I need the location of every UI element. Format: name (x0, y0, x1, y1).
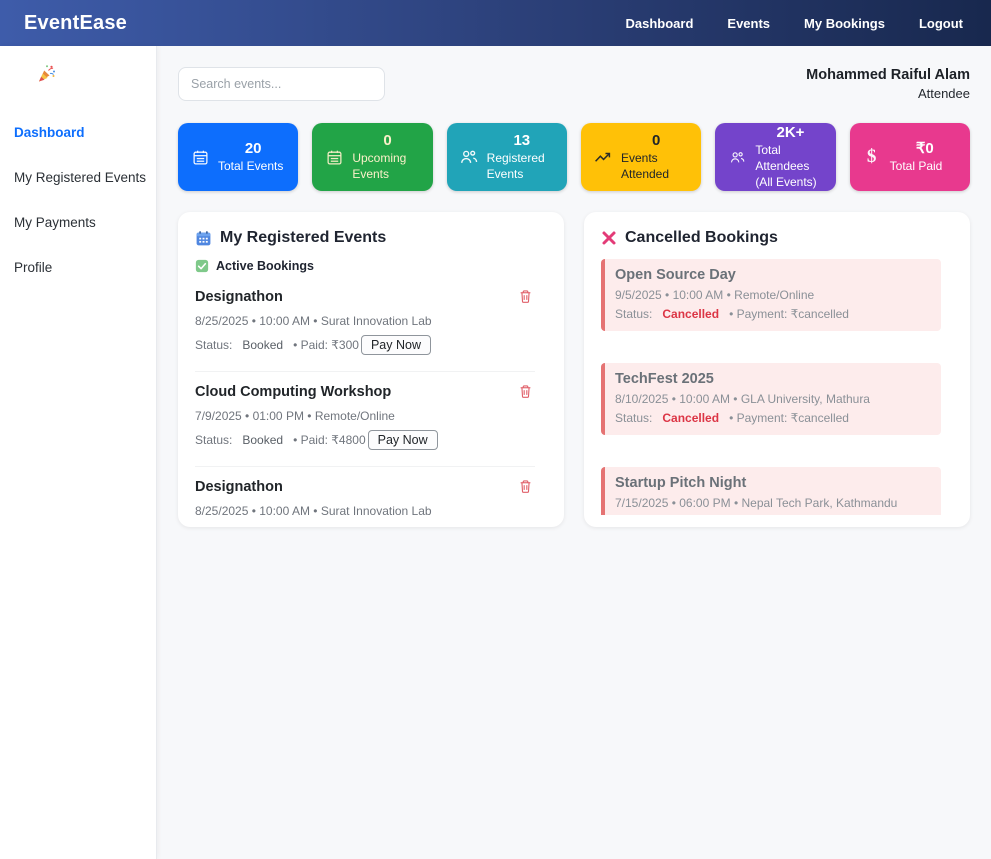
stat-label: Total Events (216, 158, 290, 174)
sidebar-item-profile[interactable]: Profile (14, 245, 156, 290)
stat-label: Total Attendees (All Events) (753, 142, 827, 191)
dollar-icon: $ (862, 146, 882, 168)
nav-link-logout[interactable]: Logout (919, 16, 963, 31)
brand-logo[interactable]: EventEase (24, 12, 127, 35)
stat-card-upcoming-events: 0 Upcoming Events (312, 123, 432, 191)
trash-icon (518, 384, 533, 399)
user-name: Mohammed Raiful Alam (806, 67, 970, 83)
nav-link-my-bookings[interactable]: My Bookings (804, 16, 885, 31)
event-title: Open Source Day (615, 267, 931, 283)
status-label: Status: (195, 338, 232, 352)
paid-text: • Paid: ₹4800 (293, 433, 366, 447)
event-title: Startup Pitch Night (615, 475, 931, 491)
event-title: Designathon (195, 479, 516, 495)
sidebar-menu: Dashboard My Registered Events My Paymen… (14, 110, 156, 290)
event-meta: 8/25/2025 • 10:00 AM • Surat Innovation … (195, 504, 535, 518)
x-icon (601, 230, 617, 246)
status-value: Cancelled (662, 307, 719, 321)
stat-value: ₹0 (888, 140, 962, 158)
stat-card-events-attended: 0 Events Attended (581, 123, 701, 191)
status-label: Status: (615, 411, 652, 425)
sidebar-item-my-payments[interactable]: My Payments (14, 200, 156, 245)
stat-value: 0 (350, 132, 424, 150)
stat-value: 13 (485, 132, 559, 150)
cancelled-booking-item: Startup Pitch Night 7/15/2025 • 06:00 PM… (601, 467, 941, 515)
status-value: Booked (242, 338, 283, 352)
trash-icon (518, 289, 533, 304)
search-input[interactable] (178, 67, 385, 101)
stat-value: 0 (619, 132, 693, 150)
people-icon (459, 148, 479, 166)
panel-subtitle: Active Bookings (216, 259, 314, 273)
trash-icon (518, 479, 533, 494)
registered-events-panel: My Registered Events Active Bookings Des… (178, 212, 564, 527)
topbar: Mohammed Raiful Alam Attendee (178, 67, 970, 101)
top-navbar: EventEase Dashboard Events My Bookings L… (0, 0, 991, 46)
panels-row: My Registered Events Active Bookings Des… (178, 212, 970, 527)
event-meta: 7/15/2025 • 06:00 PM • Nepal Tech Park, … (615, 496, 931, 510)
event-title: Designathon (195, 289, 516, 305)
payment-text: • Payment: ₹cancelled (729, 411, 849, 425)
party-popper-icon (36, 64, 56, 84)
user-block: Mohammed Raiful Alam Attendee (806, 67, 970, 101)
event-meta: 9/5/2025 • 10:00 AM • Remote/Online (615, 288, 931, 302)
user-role: Attendee (806, 86, 970, 101)
delete-booking-button[interactable] (516, 479, 535, 494)
sidebar: Dashboard My Registered Events My Paymen… (0, 46, 157, 859)
event-title: Cloud Computing Workshop (195, 384, 516, 400)
event-meta: 7/9/2025 • 01:00 PM • Remote/Online (195, 409, 535, 423)
sidebar-item-label: My Registered Events (14, 170, 146, 185)
stat-card-registered-events: 13 Registered Events (447, 123, 567, 191)
status-value: Cancelled (662, 411, 719, 425)
stat-label: Registered Events (485, 150, 559, 182)
registered-events-scroll-list[interactable]: Designathon (195, 277, 547, 523)
trending-up-icon (593, 149, 613, 166)
sidebar-item-label: Dashboard (14, 125, 85, 140)
stat-card-total-events: 20 Total Events (178, 123, 298, 191)
registered-event-item: Cloud Computing Workshop (195, 372, 535, 467)
calendar-icon (324, 149, 344, 166)
sidebar-item-my-registered-events[interactable]: My Registered Events (14, 155, 156, 200)
pay-now-button[interactable]: Pay Now (368, 430, 438, 450)
calendar-icon (190, 149, 210, 166)
delete-booking-button[interactable] (516, 289, 535, 304)
stat-card-total-paid: $ ₹0 Total Paid (850, 123, 970, 191)
delete-booking-button[interactable] (516, 384, 535, 399)
event-title: TechFest 2025 (615, 371, 931, 387)
registered-event-item: Designathon (195, 277, 535, 372)
payment-text: • Payment: ₹cancelled (729, 307, 849, 321)
stat-value: 2K+ (753, 124, 827, 142)
sidebar-item-label: Profile (14, 260, 52, 275)
panel-title: My Registered Events (220, 229, 386, 247)
event-meta: 8/10/2025 • 10:00 AM • GLA University, M… (615, 392, 931, 406)
cancelled-bookings-panel: Cancelled Bookings Open Source Day 9/5/2… (584, 212, 970, 527)
status-label: Status: (195, 433, 232, 447)
status-label: Status: (615, 307, 652, 321)
stat-card-total-attendees: 2K+ Total Attendees (All Events) (715, 123, 835, 191)
registered-event-item: Designathon (195, 467, 535, 523)
nav-link-events[interactable]: Events (727, 16, 770, 31)
status-value: Booked (242, 433, 283, 447)
stat-value: 20 (216, 140, 290, 158)
cancelled-booking-item: Open Source Day 9/5/2025 • 10:00 AM • Re… (601, 259, 941, 331)
nav-link-dashboard[interactable]: Dashboard (626, 16, 694, 31)
stat-label: Upcoming Events (350, 150, 424, 182)
check-icon (195, 259, 209, 273)
sidebar-item-dashboard[interactable]: Dashboard (14, 110, 156, 155)
people-icon (727, 150, 747, 165)
cancelled-booking-item: TechFest 2025 8/10/2025 • 10:00 AM • GLA… (601, 363, 941, 435)
sidebar-item-label: My Payments (14, 215, 96, 230)
stat-label: Total Paid (888, 158, 962, 174)
calendar-icon (195, 230, 212, 247)
nav-links: Dashboard Events My Bookings Logout (626, 16, 964, 31)
stat-label: Events Attended (619, 150, 693, 182)
stat-cards-row: 20 Total Events 0 Upcoming Events (178, 123, 970, 191)
pay-now-button[interactable]: Pay Now (361, 335, 431, 355)
panel-title: Cancelled Bookings (625, 229, 778, 247)
cancelled-bookings-scroll-list[interactable]: Open Source Day 9/5/2025 • 10:00 AM • Re… (601, 259, 953, 515)
main-content: Mohammed Raiful Alam Attendee 20 Total E… (157, 46, 991, 859)
paid-text: • Paid: ₹300 (293, 338, 359, 352)
event-meta: 8/25/2025 • 10:00 AM • Surat Innovation … (195, 314, 535, 328)
